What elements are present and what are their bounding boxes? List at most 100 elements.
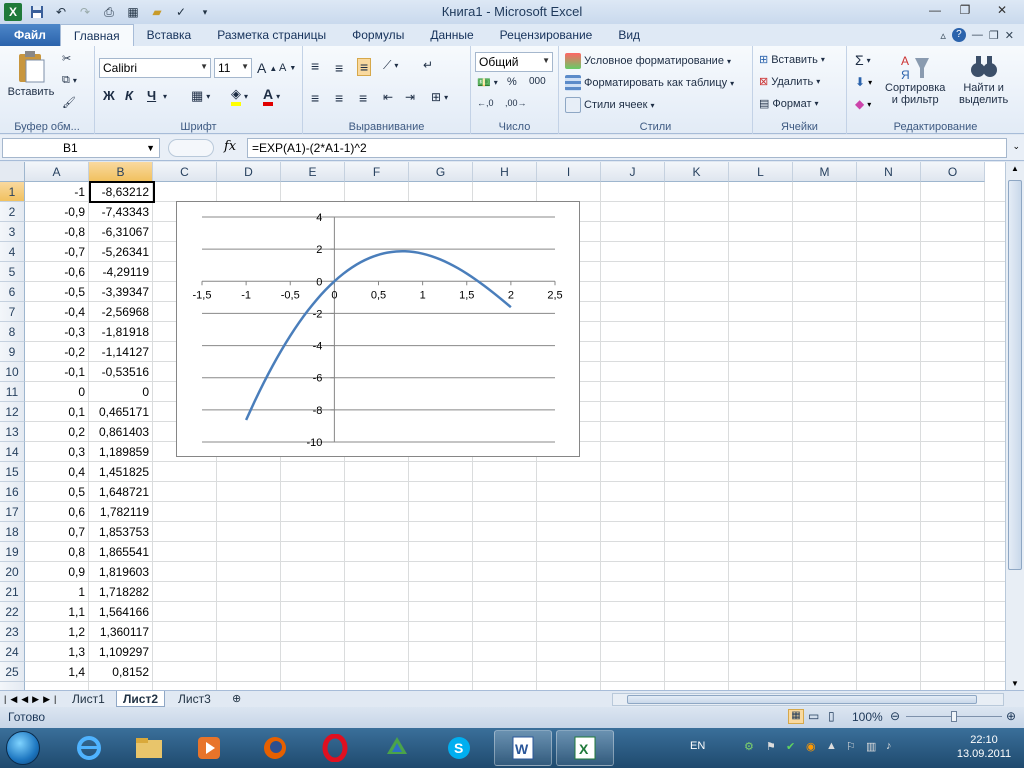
tray-shield-icon[interactable]: ✔ — [786, 740, 795, 753]
cell-a[interactable]: 1 — [25, 582, 89, 602]
row-header[interactable]: 13 — [0, 422, 25, 442]
row-header[interactable]: 7 — [0, 302, 25, 322]
thousands-button[interactable]: 000 — [529, 76, 546, 87]
insert-cells-button[interactable]: ⊞ Вставить ▾ — [759, 53, 825, 67]
percent-button[interactable]: % — [507, 76, 517, 88]
recycle-tool-icon[interactable] — [368, 730, 426, 766]
find-select-button[interactable]: Найти и выделить — [959, 52, 1008, 106]
cell-a[interactable]: 0,5 — [25, 482, 89, 502]
row-header[interactable]: 21 — [0, 582, 25, 602]
increase-indent-icon[interactable]: ⇥ — [405, 90, 415, 104]
number-format-combo[interactable]: Общий ▼ — [475, 52, 553, 72]
cell-b[interactable]: -6,31067 — [89, 222, 153, 242]
cell-b[interactable]: -1,81918 — [89, 322, 153, 342]
quick-print-icon[interactable]: ▦ — [124, 3, 142, 21]
cell-b[interactable]: -5,26341 — [89, 242, 153, 262]
row-header[interactable] — [0, 682, 25, 690]
cell-b[interactable]: 1,451825 — [89, 462, 153, 482]
cell-a[interactable]: 1,2 — [25, 622, 89, 642]
cell-b[interactable]: 0,465171 — [89, 402, 153, 422]
row-header[interactable]: 2 — [0, 202, 25, 222]
tray-arrow-icon[interactable]: ▲ — [826, 740, 837, 752]
cell-a[interactable]: 1,3 — [25, 642, 89, 662]
row-header[interactable]: 6 — [0, 282, 25, 302]
cell-a[interactable]: -0,4 — [25, 302, 89, 322]
worksheet-grid[interactable]: ABCDEFGHIJKLMNO 1 -1 -8,63212 2 -0,9 -7,43343… — [0, 162, 1005, 690]
row-header[interactable]: 22 — [0, 602, 25, 622]
cell-a[interactable]: -0,8 — [25, 222, 89, 242]
tab-view[interactable]: Вид — [605, 24, 653, 46]
autosum-icon[interactable]: Σ ▾ — [855, 52, 871, 68]
tray-network-icon[interactable]: ▥ — [866, 740, 876, 753]
row-header[interactable]: 23 — [0, 622, 25, 642]
cell-b[interactable]: 1,189859 — [89, 442, 153, 462]
column-header-b[interactable]: B — [89, 162, 153, 182]
column-header-o[interactable]: O — [921, 162, 985, 182]
cell-b[interactable]: 1,360117 — [89, 622, 153, 642]
page-layout-view-icon[interactable]: ▭ — [808, 709, 819, 723]
tray-antivirus-icon[interactable]: ◉ — [806, 740, 816, 753]
row-header[interactable]: 25 — [0, 662, 25, 682]
cell-a[interactable]: -0,1 — [25, 362, 89, 382]
vertical-scroll-thumb[interactable] — [1008, 180, 1022, 570]
column-header-h[interactable]: H — [473, 162, 537, 182]
sort-filter-button[interactable]: АЯ Сортировка и фильтр — [885, 52, 945, 106]
cell-b[interactable]: 0,861403 — [89, 422, 153, 442]
currency-icon[interactable]: 💵 ▾ — [477, 76, 498, 89]
font-name-combo[interactable]: Calibri ▼ — [99, 58, 211, 78]
insert-sheet-icon[interactable]: ⊕ — [226, 691, 247, 707]
tab-page-layout[interactable]: Разметка страницы — [204, 24, 339, 46]
italic-button[interactable]: К — [125, 88, 133, 103]
ie-icon[interactable] — [60, 730, 118, 766]
column-header-n[interactable]: N — [857, 162, 921, 182]
row-header[interactable]: 4 — [0, 242, 25, 262]
cell-b[interactable]: 1,564166 — [89, 602, 153, 622]
name-box[interactable]: B1 ▼ — [2, 138, 160, 158]
tray-action-center-icon[interactable]: ⚐ — [846, 740, 856, 753]
decrease-indent-icon[interactable]: ⇤ — [383, 90, 393, 104]
normal-view-icon[interactable]: ▦ — [788, 709, 804, 724]
print-preview-icon[interactable]: ⎙ — [100, 3, 118, 21]
tab-home[interactable]: Главная — [59, 24, 134, 46]
cell-b[interactable]: 1,865541 — [89, 542, 153, 562]
tab-insert[interactable]: Вставка — [134, 24, 205, 46]
font-size-combo[interactable]: 11 ▼ — [214, 58, 252, 78]
row-header[interactable]: 3 — [0, 222, 25, 242]
row-header[interactable]: 17 — [0, 502, 25, 522]
row-header[interactable]: 9 — [0, 342, 25, 362]
doc-close-icon[interactable]: ✕ — [1005, 29, 1014, 42]
paste-button[interactable]: Вставить — [6, 50, 56, 98]
column-header-j[interactable]: J — [601, 162, 665, 182]
row-header[interactable]: 1 — [0, 182, 25, 202]
cell-a[interactable]: 1,1 — [25, 602, 89, 622]
ribbon-minimize-icon[interactable]: ▵ — [940, 29, 946, 42]
delete-cells-button[interactable]: ⊠ Удалить ▾ — [759, 75, 820, 89]
row-header[interactable]: 20 — [0, 562, 25, 582]
horizontal-scroll-thumb[interactable] — [627, 695, 977, 704]
page-break-view-icon[interactable]: ▯ — [828, 709, 835, 723]
save-icon[interactable] — [28, 3, 46, 21]
cell-a[interactable]: 0,2 — [25, 422, 89, 442]
cell-b[interactable]: -3,39347 — [89, 282, 153, 302]
cell-a[interactable]: 1,4 — [25, 662, 89, 682]
row-header[interactable]: 15 — [0, 462, 25, 482]
underline-button[interactable]: Ч — [147, 88, 156, 103]
cell-a[interactable]: 0 — [25, 382, 89, 402]
help-icon[interactable]: ? — [951, 28, 966, 42]
cell-a[interactable]: 0,8 — [25, 542, 89, 562]
cell-a[interactable]: -0,2 — [25, 342, 89, 362]
cell-b[interactable]: 0,8152 — [89, 662, 153, 682]
column-header-k[interactable]: K — [665, 162, 729, 182]
cell-a[interactable]: 0,9 — [25, 562, 89, 582]
zoom-out-icon[interactable]: ⊖ — [890, 709, 900, 723]
cell-b[interactable]: 1,718282 — [89, 582, 153, 602]
cell-b[interactable]: -2,56968 — [89, 302, 153, 322]
bold-button[interactable]: Ж — [103, 88, 115, 103]
column-header-l[interactable]: L — [729, 162, 793, 182]
borders-icon[interactable]: ▦ ▾ — [191, 88, 210, 104]
copy-icon[interactable]: ⧉ ▾ — [62, 74, 77, 87]
clear-icon[interactable]: ◆ ▾ — [855, 97, 871, 111]
column-header-c[interactable]: C — [153, 162, 217, 182]
cell-b[interactable]: 1,109297 — [89, 642, 153, 662]
row-header[interactable]: 5 — [0, 262, 25, 282]
